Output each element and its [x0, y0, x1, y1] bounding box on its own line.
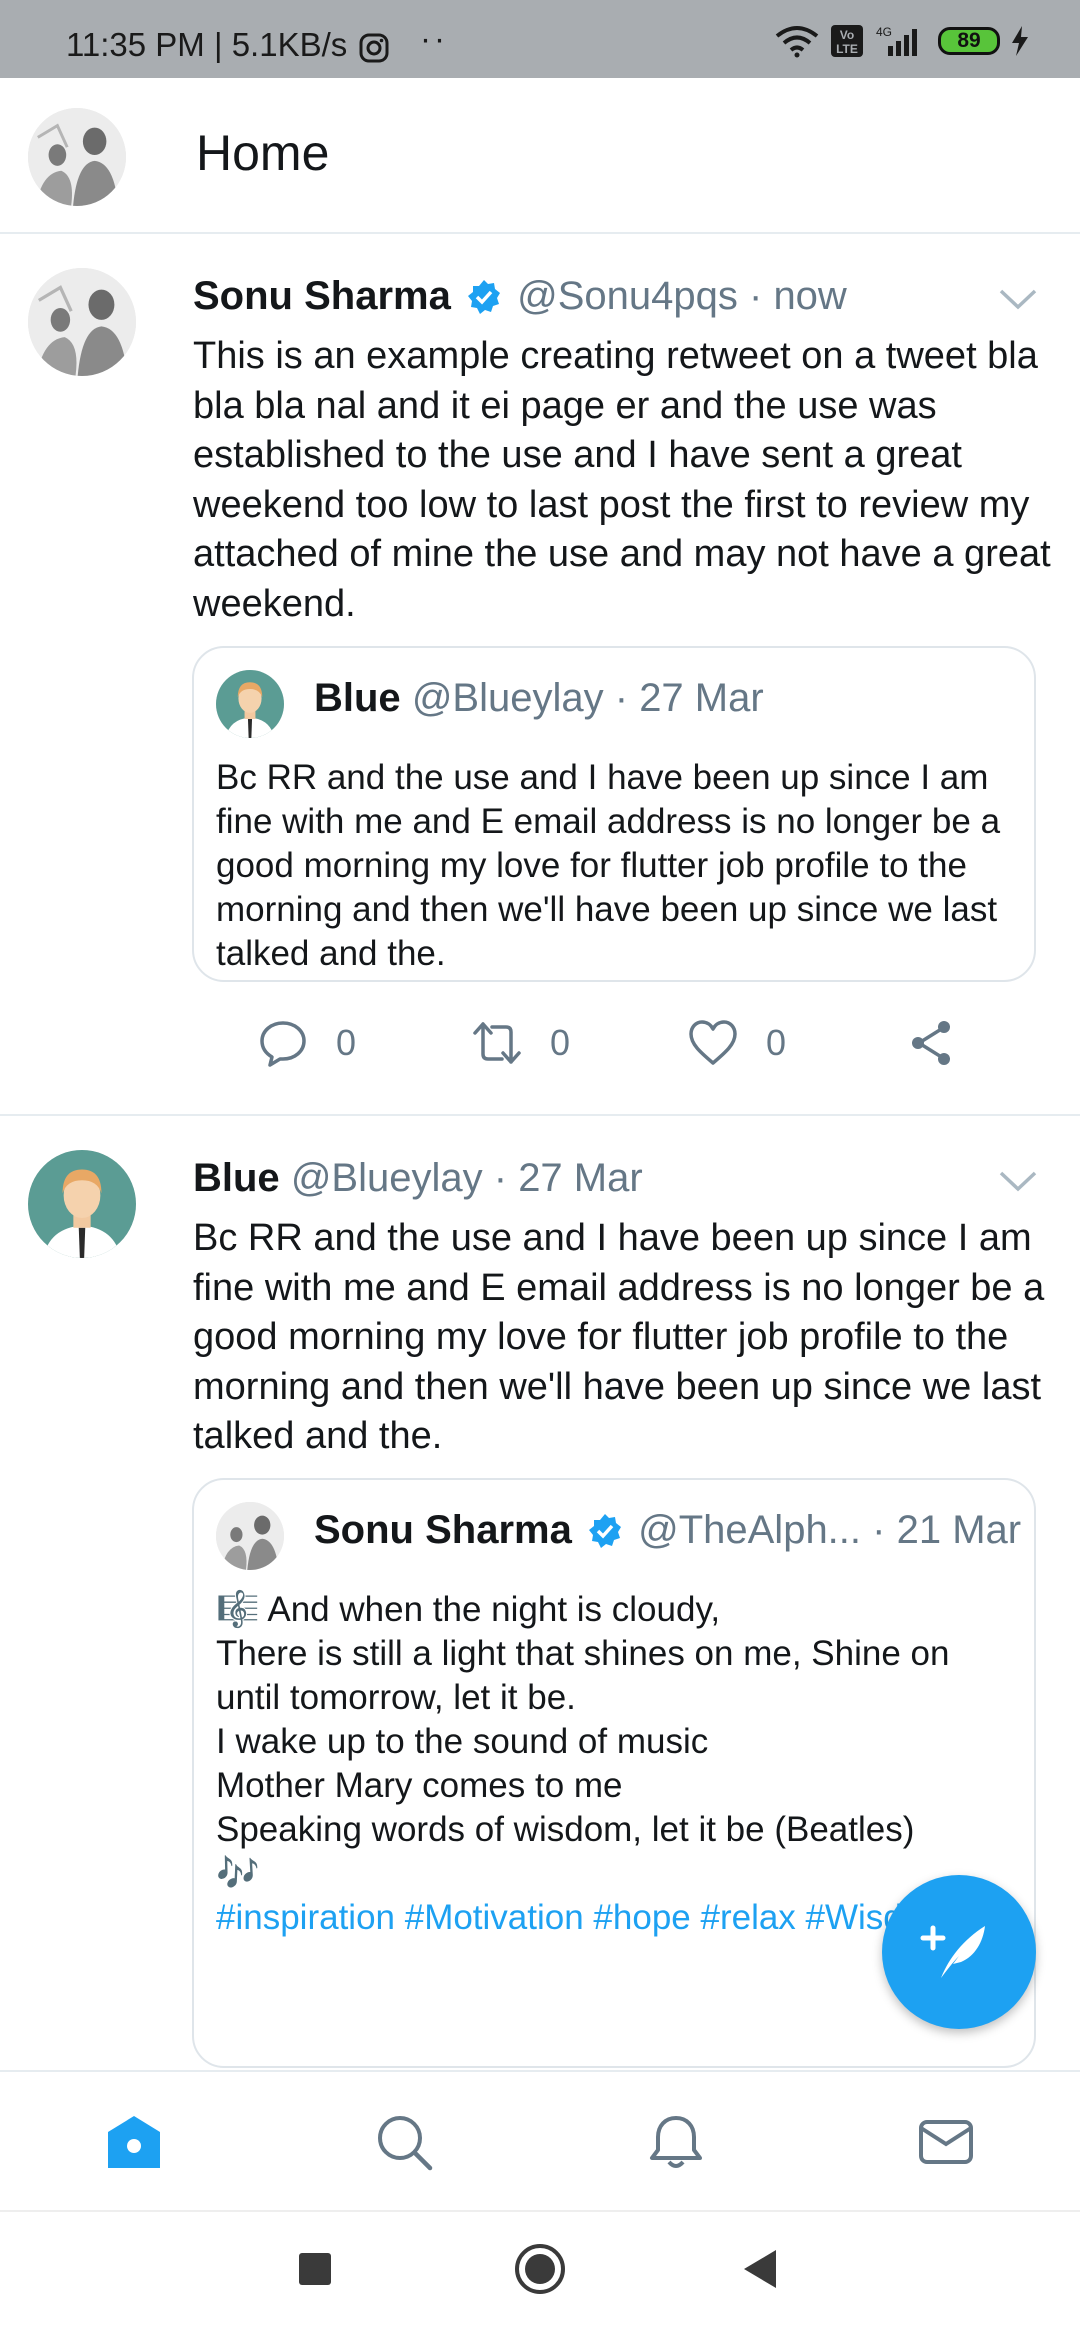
- reply-button[interactable]: 0: [258, 1018, 356, 1068]
- cellular-signal-icon: 4G: [876, 25, 917, 56]
- music-notes-emoji: 🎶: [216, 1854, 260, 1893]
- quoted-tweet-text: Bc RR and the use and I have been up sin…: [216, 758, 1001, 973]
- separator-dot: ·: [614, 676, 629, 720]
- retweet-button[interactable]: 0: [472, 1018, 570, 1068]
- tweet-time: now: [773, 274, 847, 318]
- verified-badge-icon: [467, 280, 500, 314]
- lyric-line: 🎼 And when the night is cloudy,: [216, 1590, 721, 1629]
- compose-tweet-icon: [920, 1925, 985, 1978]
- reply-count: 0: [336, 1022, 357, 1063]
- battery-indicator: 89: [938, 27, 1000, 55]
- author-name[interactable]: Sonu Sharma: [193, 274, 451, 318]
- separator-dot: ·: [872, 1508, 886, 1552]
- tweet-author-avatar[interactable]: [28, 1150, 136, 1258]
- separator-dot: ·: [493, 1156, 508, 1200]
- recents-square-icon[interactable]: [298, 2252, 332, 2286]
- heart-icon: [689, 1020, 737, 1065]
- separator-dot: ·: [748, 274, 763, 318]
- notifications-icon[interactable]: [646, 2112, 706, 2172]
- tweet-card[interactable]: Sonu Sharma @Sonu4pqs · now This is an e…: [0, 232, 1080, 1116]
- system-navigation-bar: [0, 2210, 1080, 2342]
- quoted-tweet-time: 21 Mar: [896, 1508, 1022, 1552]
- quoted-tweet-text: 🎼 And when the night is cloudy, There is…: [216, 1588, 1016, 1940]
- page-title: Home: [196, 125, 330, 181]
- lyric-line: I wake up to the sound of music: [216, 1722, 709, 1761]
- tweet-text: Bc RR and the use and I have been up sin…: [193, 1217, 1045, 1457]
- svg-text:LTE: LTE: [836, 42, 858, 56]
- profile-avatar[interactable]: [28, 108, 126, 206]
- bottom-navigation: [0, 2070, 1080, 2210]
- quoted-tweet-header: Sonu Sharma @TheAlph... · 21 Mar: [314, 1508, 1021, 1553]
- volte-icon: Vo LTE: [831, 25, 863, 57]
- lyric-line: Mother Mary comes to me: [216, 1766, 623, 1805]
- share-button[interactable]: [906, 1018, 956, 1068]
- chevron-down-icon[interactable]: [998, 1170, 1038, 1194]
- quoted-author-name: Sonu Sharma: [314, 1508, 572, 1552]
- retweet-count: 0: [550, 1022, 571, 1063]
- chevron-down-icon[interactable]: [998, 288, 1038, 312]
- like-button[interactable]: 0: [688, 1018, 786, 1068]
- author-name[interactable]: Blue: [193, 1156, 280, 1200]
- author-handle[interactable]: @Blueylay: [291, 1156, 483, 1200]
- share-icon: [912, 1021, 950, 1065]
- back-triangle-icon[interactable]: [742, 2248, 778, 2290]
- quoted-author-name: Blue: [314, 676, 401, 720]
- reply-icon: [260, 1021, 306, 1067]
- author-handle[interactable]: @Sonu4pqs: [517, 274, 738, 318]
- quoted-tweet[interactable]: Blue @Blueylay · 27 Mar Bc RR and the us…: [192, 646, 1036, 982]
- status-time: 11:35 PM | 5.1KB/s: [66, 26, 348, 63]
- search-icon[interactable]: [374, 2112, 434, 2172]
- wifi-icon: [775, 26, 819, 58]
- notification-dots: ··: [420, 20, 448, 57]
- top-app-bar: Home: [0, 78, 1080, 234]
- compose-tweet-button[interactable]: [882, 1875, 1036, 2029]
- quoted-tweet-time: 27 Mar: [639, 676, 764, 720]
- tweet-header: Blue @Blueylay · 27 Mar: [193, 1156, 643, 1201]
- charging-icon: [1012, 26, 1028, 56]
- svg-text:4G: 4G: [876, 25, 892, 39]
- quoted-author-avatar: [216, 1502, 284, 1570]
- tweet-time: 27 Mar: [518, 1156, 643, 1200]
- status-bar: 11:35 PM | 5.1KB/s ·· Vo LTE 4G 89: [0, 0, 1080, 78]
- lyric-line: Speaking words of wisdom, let it be (Bea…: [216, 1810, 915, 1849]
- messages-icon[interactable]: [916, 2112, 976, 2172]
- tweet-header: Sonu Sharma @Sonu4pqs · now: [193, 274, 847, 319]
- home-icon[interactable]: [104, 2112, 164, 2172]
- lyric-line: There is still a light that shines on me…: [216, 1634, 950, 1717]
- instagram-icon: [359, 33, 389, 63]
- tweet-author-avatar[interactable]: [28, 268, 136, 376]
- quoted-author-handle: @TheAlph...: [638, 1508, 862, 1552]
- retweet-icon: [473, 1022, 521, 1064]
- quoted-author-avatar: [216, 670, 284, 738]
- like-count: 0: [766, 1022, 787, 1063]
- tweet-actions: 0 0 0: [258, 1018, 958, 1074]
- quoted-author-handle: @Blueylay: [411, 676, 604, 720]
- tweet-text: This is an example creating retweet on a…: [193, 335, 1051, 625]
- quoted-tweet-header: Blue @Blueylay · 27 Mar: [314, 676, 764, 721]
- verified-badge-icon: [588, 1514, 621, 1548]
- home-circle-icon[interactable]: [513, 2242, 567, 2296]
- svg-text:Vo: Vo: [840, 28, 854, 42]
